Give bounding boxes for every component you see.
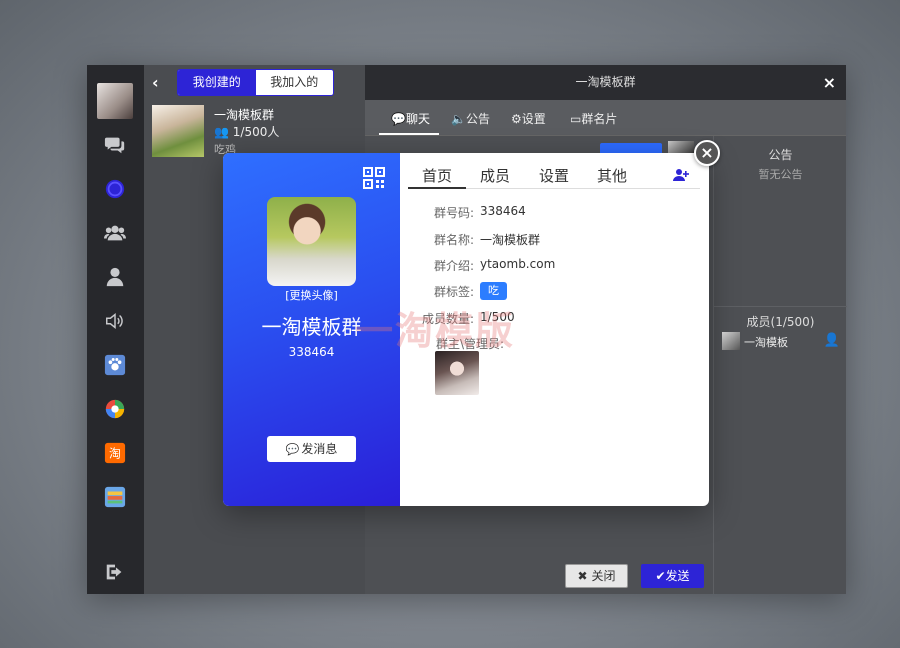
tag-label: 群标签: bbox=[433, 285, 474, 299]
modal-tabs: 首页 成员 设置 其他 bbox=[408, 163, 700, 189]
gear-icon: ⚙ bbox=[511, 112, 522, 126]
paw-app-icon[interactable] bbox=[101, 351, 129, 379]
send-message-button[interactable]: 💬 发消息 bbox=[267, 436, 356, 462]
chat-title-bar: 一淘模板群 × bbox=[365, 65, 846, 100]
chat-icon: 💬 bbox=[285, 443, 300, 456]
intro-value: ytaomb.com bbox=[480, 257, 556, 271]
tab-chat[interactable]: 💬聊天 bbox=[391, 110, 430, 127]
group-icon[interactable] bbox=[101, 219, 129, 247]
back-arrow-icon[interactable]: ‹ bbox=[152, 73, 159, 92]
close-button[interactable]: ✖ 关闭 bbox=[565, 564, 628, 588]
list-header: ‹ 我创建的 我加入的 bbox=[144, 65, 365, 101]
user-icon[interactable] bbox=[101, 263, 129, 291]
avatar[interactable] bbox=[435, 351, 479, 395]
notice-empty-text: 暂无公告 bbox=[758, 168, 803, 181]
chat-icon: 💬 bbox=[391, 112, 406, 126]
add-member-icon[interactable] bbox=[673, 168, 689, 182]
card-icon: ▭ bbox=[570, 112, 582, 126]
peek-button bbox=[600, 143, 662, 153]
tag-badge: 吃鸡 bbox=[480, 282, 507, 315]
speaker-icon[interactable] bbox=[101, 307, 129, 335]
tab-notice[interactable]: 🔈公告 bbox=[451, 110, 490, 127]
tab-group-card[interactable]: ▭群名片 bbox=[570, 110, 617, 127]
active-tab-indicator bbox=[379, 133, 439, 135]
group-name: 一淘模板群 bbox=[214, 108, 275, 122]
svg-text:淘: 淘 bbox=[109, 447, 121, 461]
group-thumbnail bbox=[152, 105, 204, 157]
send-button[interactable]: ✔发送 bbox=[641, 564, 704, 588]
close-icon[interactable]: × bbox=[694, 140, 720, 166]
colorful-app-icon[interactable] bbox=[101, 395, 129, 423]
tab-created-groups[interactable]: 我创建的 bbox=[178, 70, 256, 95]
watermark: 一淘模版 bbox=[355, 309, 516, 353]
member-list-item[interactable]: 一淘模板 👤 bbox=[722, 332, 840, 352]
id-value: 338464 bbox=[480, 204, 526, 218]
folder-app-icon[interactable] bbox=[101, 483, 129, 511]
name-value: 一淘模板群 bbox=[480, 233, 541, 247]
close-icon: ✖ bbox=[577, 569, 588, 583]
speaker-icon: 🔈 bbox=[451, 112, 466, 126]
member-name: 一淘模板 bbox=[744, 336, 788, 349]
tab-home[interactable]: 首页 bbox=[422, 165, 452, 186]
tab-settings[interactable]: ⚙设置 bbox=[511, 110, 546, 127]
user-avatar[interactable] bbox=[97, 83, 133, 119]
group-filter-toggle: 我创建的 我加入的 bbox=[177, 69, 334, 96]
tab-joined-groups[interactable]: 我加入的 bbox=[256, 70, 334, 95]
check-icon: ✔ bbox=[655, 569, 666, 583]
intro-label: 群介绍: bbox=[433, 259, 474, 273]
tab-other[interactable]: 其他 bbox=[597, 165, 627, 186]
logout-icon[interactable] bbox=[101, 558, 129, 586]
chat-tabs: 💬聊天 🔈公告 ⚙设置 ▭群名片 bbox=[365, 100, 846, 136]
active-tab-indicator bbox=[408, 187, 466, 189]
avatar bbox=[722, 332, 740, 350]
group-side-panel: 公告 暂无公告 成员(1/500) 一淘模板 👤 bbox=[713, 136, 847, 594]
nav-sidebar: 淘 bbox=[87, 65, 144, 594]
name-label: 群名称: bbox=[433, 233, 474, 247]
clock-icon[interactable] bbox=[101, 175, 129, 203]
members-icon: 👥 bbox=[214, 125, 229, 139]
close-icon[interactable]: × bbox=[823, 65, 836, 100]
chat-title: 一淘模板群 bbox=[575, 75, 636, 89]
member-section-title: 成员(1/500) bbox=[714, 306, 847, 330]
group-count-text: 1/500人 bbox=[232, 125, 280, 139]
owner-icon: 👤 bbox=[823, 333, 840, 348]
qr-code-icon[interactable] bbox=[363, 167, 385, 189]
group-avatar[interactable] bbox=[267, 197, 356, 286]
tab-members[interactable]: 成员 bbox=[480, 165, 510, 186]
taobao-app-icon[interactable]: 淘 bbox=[101, 439, 129, 467]
notice-title: 公告 bbox=[768, 148, 793, 162]
group-member-count: 👥 1/500人 bbox=[214, 123, 279, 140]
tab-settings[interactable]: 设置 bbox=[539, 165, 569, 186]
chat-bubbles-icon[interactable] bbox=[101, 131, 129, 159]
id-label: 群号码: bbox=[433, 206, 474, 220]
